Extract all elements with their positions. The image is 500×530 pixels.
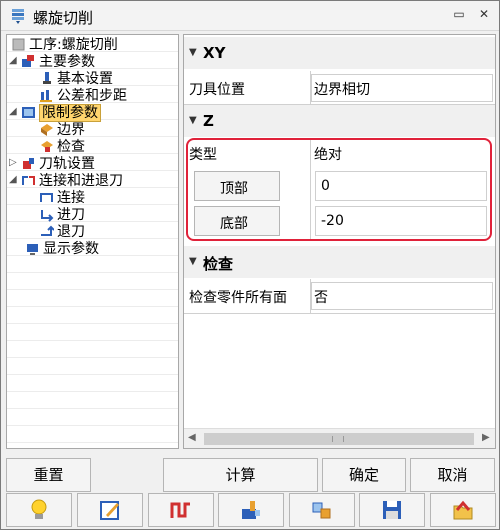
display-icon [27, 244, 38, 255]
boundary-icon [41, 124, 53, 136]
tree-item-boundary[interactable]: 边界 [39, 121, 85, 138]
scroll-right-icon[interactable]: ▶ [482, 432, 490, 443]
toolpath-icon [170, 502, 190, 518]
lead-out-icon [41, 225, 54, 236]
compute-button[interactable]: 计算 [163, 458, 318, 492]
settings-icon [312, 502, 331, 519]
tree-item-link-lead[interactable]: 连接和进退刀 [21, 172, 123, 189]
tree-item-toolpath[interactable]: 刀轨设置 [21, 155, 95, 172]
collapse-icon[interactable]: ◢ [9, 106, 17, 117]
save-icon [383, 501, 401, 519]
highlight-box [186, 138, 492, 241]
parameter-tree: 工序:螺旋切削 ◢ 主要参数 基本设置 公差和步距 ◢ 限制参数 边界 检查 ▷… [6, 34, 179, 449]
close-icon[interactable]: ✕ [476, 6, 492, 22]
tolerance-icon [40, 90, 52, 102]
tree-item-main-params[interactable]: 主要参数 [21, 53, 95, 70]
edit-icon [100, 501, 119, 520]
scroll-left-icon[interactable]: ◀ [188, 432, 196, 443]
section-z[interactable]: ▼ Z [184, 105, 495, 137]
load-button[interactable] [430, 493, 496, 527]
reset-button[interactable]: 重置 [6, 458, 91, 492]
lead-in-icon [41, 210, 54, 222]
section-xy[interactable]: ▼ XY [184, 37, 495, 69]
title-bar: 螺旋切削 ▭ ✕ [1, 1, 499, 31]
hint-button[interactable] [6, 493, 72, 527]
simulate-button[interactable] [218, 493, 284, 527]
save-button[interactable] [359, 493, 425, 527]
tree-item-display[interactable]: 显示参数 [25, 240, 99, 257]
check-icon [41, 141, 53, 152]
tree-item-operation[interactable]: 工序:螺旋切削 [11, 36, 118, 53]
tree-item-lead-in[interactable]: 进刀 [39, 206, 85, 223]
cancel-button[interactable]: 取消 [410, 458, 495, 492]
collapse-icon[interactable]: ◢ [9, 174, 17, 185]
edit-button[interactable] [77, 493, 143, 527]
collapse-icon: ▼ [189, 256, 197, 267]
lightbulb-icon [31, 499, 47, 519]
tree-item-basic-settings[interactable]: 基本设置 [39, 70, 113, 87]
document-icon [12, 38, 25, 51]
settings-button[interactable] [289, 493, 355, 527]
tree-item-link[interactable]: 连接 [39, 189, 85, 206]
tree-item-tolerance[interactable]: 公差和步距 [39, 87, 127, 104]
collapse-icon: ▼ [189, 115, 197, 126]
horizontal-scrollbar[interactable]: ◀ ▶ [184, 428, 495, 448]
link-icon [40, 193, 53, 202]
scrollbar-thumb[interactable] [204, 433, 474, 445]
helix-icon [12, 9, 24, 24]
tool-icon [43, 72, 51, 84]
section-check[interactable]: ▼ 检查 [184, 246, 495, 278]
tree-item-check[interactable]: 检查 [39, 138, 85, 155]
ok-button[interactable]: 确定 [322, 458, 406, 492]
expand-icon[interactable]: ▷ [9, 157, 17, 168]
simulate-icon [242, 501, 260, 519]
collapse-icon[interactable]: ◢ [9, 55, 17, 66]
tree-item-limit-params[interactable]: 限制参数 [21, 103, 101, 122]
limit-params-icon [22, 107, 35, 118]
toolpath-settings-icon [23, 158, 34, 169]
link-lead-icon [22, 176, 35, 185]
row-tool-position: 刀具位置 边界相切 [184, 71, 495, 105]
dialog-window: 螺旋切削 ▭ ✕ 工序:螺旋切削 ◢ 主要参数 基本设置 公差和步距 ◢ 限制参… [0, 0, 500, 530]
collapse-icon: ▼ [189, 47, 197, 58]
minimize-icon[interactable]: ▭ [451, 6, 467, 22]
toolpath-button[interactable] [148, 493, 214, 527]
row-check-all-faces: 检查零件所有面 否 [184, 279, 495, 313]
tree-item-lead-out[interactable]: 退刀 [39, 223, 85, 240]
property-grid: ▼ XY 刀具位置 边界相切 ▼ Z 类型 绝对 顶部 0 底部 -20 ▼ 检… [183, 34, 496, 449]
check-all-faces-select[interactable] [311, 282, 493, 310]
load-icon [453, 500, 473, 520]
window-title: 螺旋切削 [33, 9, 94, 27]
main-params-icon [22, 55, 34, 67]
